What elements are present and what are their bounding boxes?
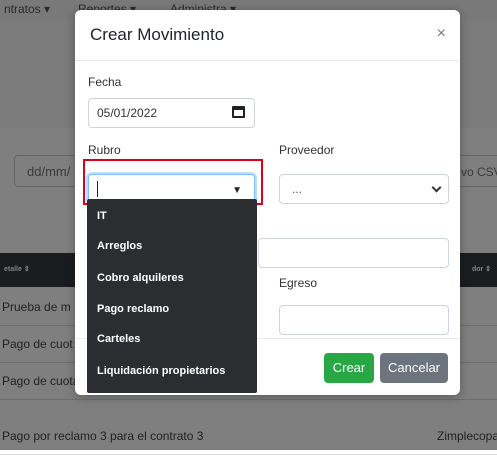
modal-header: Crear Movimiento × [75, 10, 460, 61]
proveedor-select[interactable]: ... [279, 174, 449, 204]
modal-title: Crear Movimiento [90, 25, 225, 44]
fecha-label: Fecha [88, 75, 122, 89]
rubro-dropdown-menu: IT Arreglos Cobro alquileres Pago reclam… [87, 199, 257, 393]
detalle-input[interactable] [258, 238, 449, 268]
rubro-option[interactable]: Arreglos [97, 240, 142, 252]
rubro-option[interactable]: Pago reclamo [97, 303, 169, 315]
proveedor-value: ... [292, 182, 303, 196]
rubro-option[interactable]: Carteles [97, 333, 140, 345]
rubro-option[interactable]: Liquidación propietarios [97, 365, 225, 377]
rubro-option[interactable]: IT [97, 210, 107, 222]
proveedor-label: Proveedor [279, 143, 335, 157]
chevron-down-icon [431, 182, 442, 193]
calendar-icon[interactable] [232, 106, 245, 118]
fecha-value: 05/01/2022 [97, 106, 158, 120]
close-icon[interactable]: × [437, 25, 446, 43]
egreso-input[interactable] [279, 305, 449, 335]
rubro-option[interactable]: Cobro alquileres [97, 272, 184, 284]
crear-button[interactable]: Crear [324, 353, 374, 383]
rubro-label: Rubro [88, 143, 121, 157]
fecha-input[interactable]: 05/01/2022 [88, 98, 255, 128]
cancelar-button[interactable]: Cancelar [380, 353, 448, 383]
egreso-label: Egreso [279, 276, 318, 290]
